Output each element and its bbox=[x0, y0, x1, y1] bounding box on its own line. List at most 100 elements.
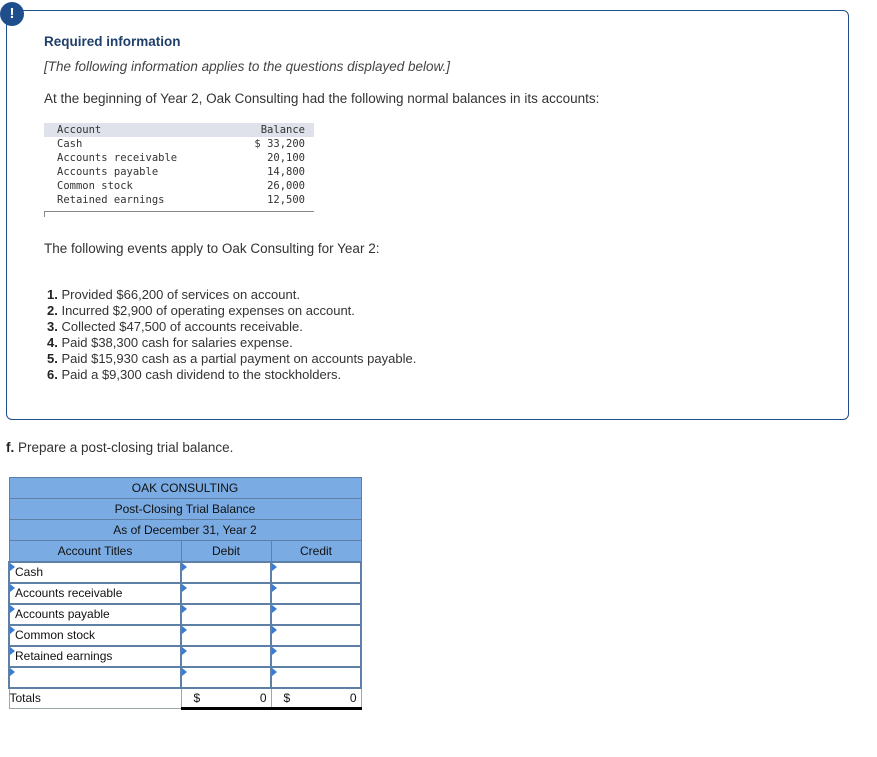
event-item: 5. Paid $15,930 cash as a partial paymen… bbox=[47, 351, 416, 367]
event-number: 4. bbox=[47, 335, 58, 350]
credit-input[interactable] bbox=[270, 665, 362, 689]
input-marker-icon bbox=[182, 562, 187, 571]
totals-label: Totals bbox=[8, 687, 182, 709]
date-row: As of December 31, Year 2 bbox=[8, 519, 362, 541]
dropdown-marker-icon bbox=[10, 625, 15, 634]
event-text: Paid a $9,300 cash dividend to the stock… bbox=[61, 367, 342, 382]
event-item: 2. Incurred $2,900 of operating expenses… bbox=[47, 303, 416, 319]
input-marker-icon bbox=[272, 625, 277, 634]
input-marker-icon bbox=[272, 604, 277, 613]
account-title-input[interactable]: Retained earnings bbox=[8, 644, 182, 668]
debit-total-value: 0 bbox=[259, 690, 267, 705]
account-title-input[interactable]: Accounts receivable bbox=[8, 581, 182, 605]
trial-balance-row: Cash bbox=[8, 560, 362, 584]
balance-row: Accounts payable 14,800 bbox=[44, 165, 314, 179]
balance-row: Common stock 26,000 bbox=[44, 179, 314, 193]
credit-total: $0 bbox=[270, 687, 362, 710]
input-marker-icon bbox=[182, 583, 187, 592]
input-marker-icon bbox=[182, 625, 187, 634]
debit-total: $0 bbox=[180, 687, 272, 710]
event-number: 3. bbox=[47, 319, 58, 334]
intro-text: At the beginning of Year 2, Oak Consulti… bbox=[44, 91, 600, 106]
account-balance: 20,100 bbox=[267, 152, 305, 164]
credit-currency-symbol: $ bbox=[283, 690, 291, 705]
exclamation-icon: ! bbox=[0, 2, 24, 26]
account-title-input[interactable]: Accounts payable bbox=[8, 602, 182, 626]
balance-row: Accounts receivable 20,100 bbox=[44, 151, 314, 165]
account-header: Account bbox=[44, 123, 223, 137]
credit-input[interactable] bbox=[270, 560, 362, 584]
credit-input[interactable] bbox=[270, 581, 362, 605]
credit-input[interactable] bbox=[270, 644, 362, 668]
beginning-balances-table: Account Balance Cash $ 33,200 Accounts re… bbox=[44, 123, 314, 207]
company-name: OAK CONSULTING bbox=[8, 477, 362, 499]
post-closing-trial-balance: OAK CONSULTING Post-Closing Trial Balanc… bbox=[8, 477, 362, 710]
event-text: Incurred $2,900 of operating expenses on… bbox=[61, 303, 355, 318]
dropdown-marker-icon bbox=[10, 562, 15, 571]
balance-row: Cash $ 33,200 bbox=[44, 137, 314, 151]
dropdown-marker-icon bbox=[10, 583, 15, 592]
balance-row: Retained earnings 12,500 bbox=[44, 193, 314, 207]
trial-balance-row: Accounts receivable bbox=[8, 581, 362, 605]
debit-input[interactable] bbox=[180, 623, 272, 647]
account-title-input[interactable]: Cash bbox=[8, 560, 182, 584]
event-number: 5. bbox=[47, 351, 58, 366]
input-marker-icon bbox=[182, 646, 187, 655]
account-title-input[interactable] bbox=[8, 665, 182, 689]
input-marker-icon bbox=[182, 604, 187, 613]
input-marker-icon bbox=[272, 583, 277, 592]
event-number: 1. bbox=[47, 287, 58, 302]
event-number: 6. bbox=[47, 367, 58, 382]
debit-input[interactable] bbox=[180, 602, 272, 626]
trial-balance-row: Common stock bbox=[8, 623, 362, 647]
credit-input[interactable] bbox=[270, 602, 362, 626]
dropdown-marker-icon bbox=[10, 646, 15, 655]
totals-row: Totals $0 $0 bbox=[8, 687, 362, 710]
credit-input[interactable] bbox=[270, 623, 362, 647]
debit-header: Debit bbox=[180, 540, 272, 562]
account-name: Accounts payable bbox=[57, 166, 159, 178]
event-text: Collected $47,500 of accounts receivable… bbox=[61, 319, 303, 334]
events-list: 1. Provided $66,200 of services on accou… bbox=[47, 287, 416, 383]
event-item: 3. Collected $47,500 of accounts receiva… bbox=[47, 319, 416, 335]
debit-input[interactable] bbox=[180, 560, 272, 584]
question-prompt: f. Prepare a post-closing trial balance. bbox=[6, 440, 233, 455]
balance-header: Balance bbox=[222, 123, 314, 137]
account-balance: 12,500 bbox=[267, 194, 305, 206]
event-item: 6. Paid a $9,300 cash dividend to the st… bbox=[47, 367, 416, 383]
credit-total-value: 0 bbox=[349, 690, 357, 705]
account-titles-header: Account Titles bbox=[8, 540, 182, 562]
trial-balance-row: Retained earnings bbox=[8, 644, 362, 668]
statement-name: Post-Closing Trial Balance bbox=[8, 498, 362, 520]
account-name: Common stock bbox=[57, 180, 133, 192]
account-name: Cash bbox=[57, 138, 83, 150]
input-marker-icon bbox=[272, 646, 277, 655]
events-intro: The following events apply to Oak Consul… bbox=[44, 241, 380, 256]
debit-input[interactable] bbox=[180, 665, 272, 689]
statement-date: As of December 31, Year 2 bbox=[8, 519, 362, 541]
account-name: Accounts receivable bbox=[57, 152, 178, 164]
event-item: 1. Provided $66,200 of services on accou… bbox=[47, 287, 416, 303]
input-marker-icon bbox=[182, 667, 187, 676]
event-text: Provided $66,200 of services on account. bbox=[61, 287, 300, 302]
event-item: 4. Paid $38,300 cash for salaries expens… bbox=[47, 335, 416, 351]
question-label: f. bbox=[6, 440, 15, 455]
debit-input[interactable] bbox=[180, 644, 272, 668]
balances-table-divider bbox=[44, 211, 314, 217]
debit-currency-symbol: $ bbox=[193, 690, 201, 705]
column-header-row: Account Titles Debit Credit bbox=[8, 540, 362, 562]
debit-input[interactable] bbox=[180, 581, 272, 605]
account-balance: $ 33,200 bbox=[254, 138, 305, 150]
event-number: 2. bbox=[47, 303, 58, 318]
question-text: Prepare a post-closing trial balance. bbox=[18, 440, 234, 455]
account-title-input[interactable]: Common stock bbox=[8, 623, 182, 647]
event-text: Paid $38,300 cash for salaries expense. bbox=[61, 335, 293, 350]
dropdown-marker-icon bbox=[10, 604, 15, 613]
account-balance: 26,000 bbox=[267, 180, 305, 192]
input-marker-icon bbox=[272, 562, 277, 571]
required-information-title: Required information bbox=[44, 34, 181, 49]
required-information-note: [The following information applies to th… bbox=[44, 59, 450, 74]
dropdown-marker-icon bbox=[10, 667, 15, 676]
account-balance: 14,800 bbox=[267, 166, 305, 178]
trial-balance-row bbox=[8, 665, 362, 689]
